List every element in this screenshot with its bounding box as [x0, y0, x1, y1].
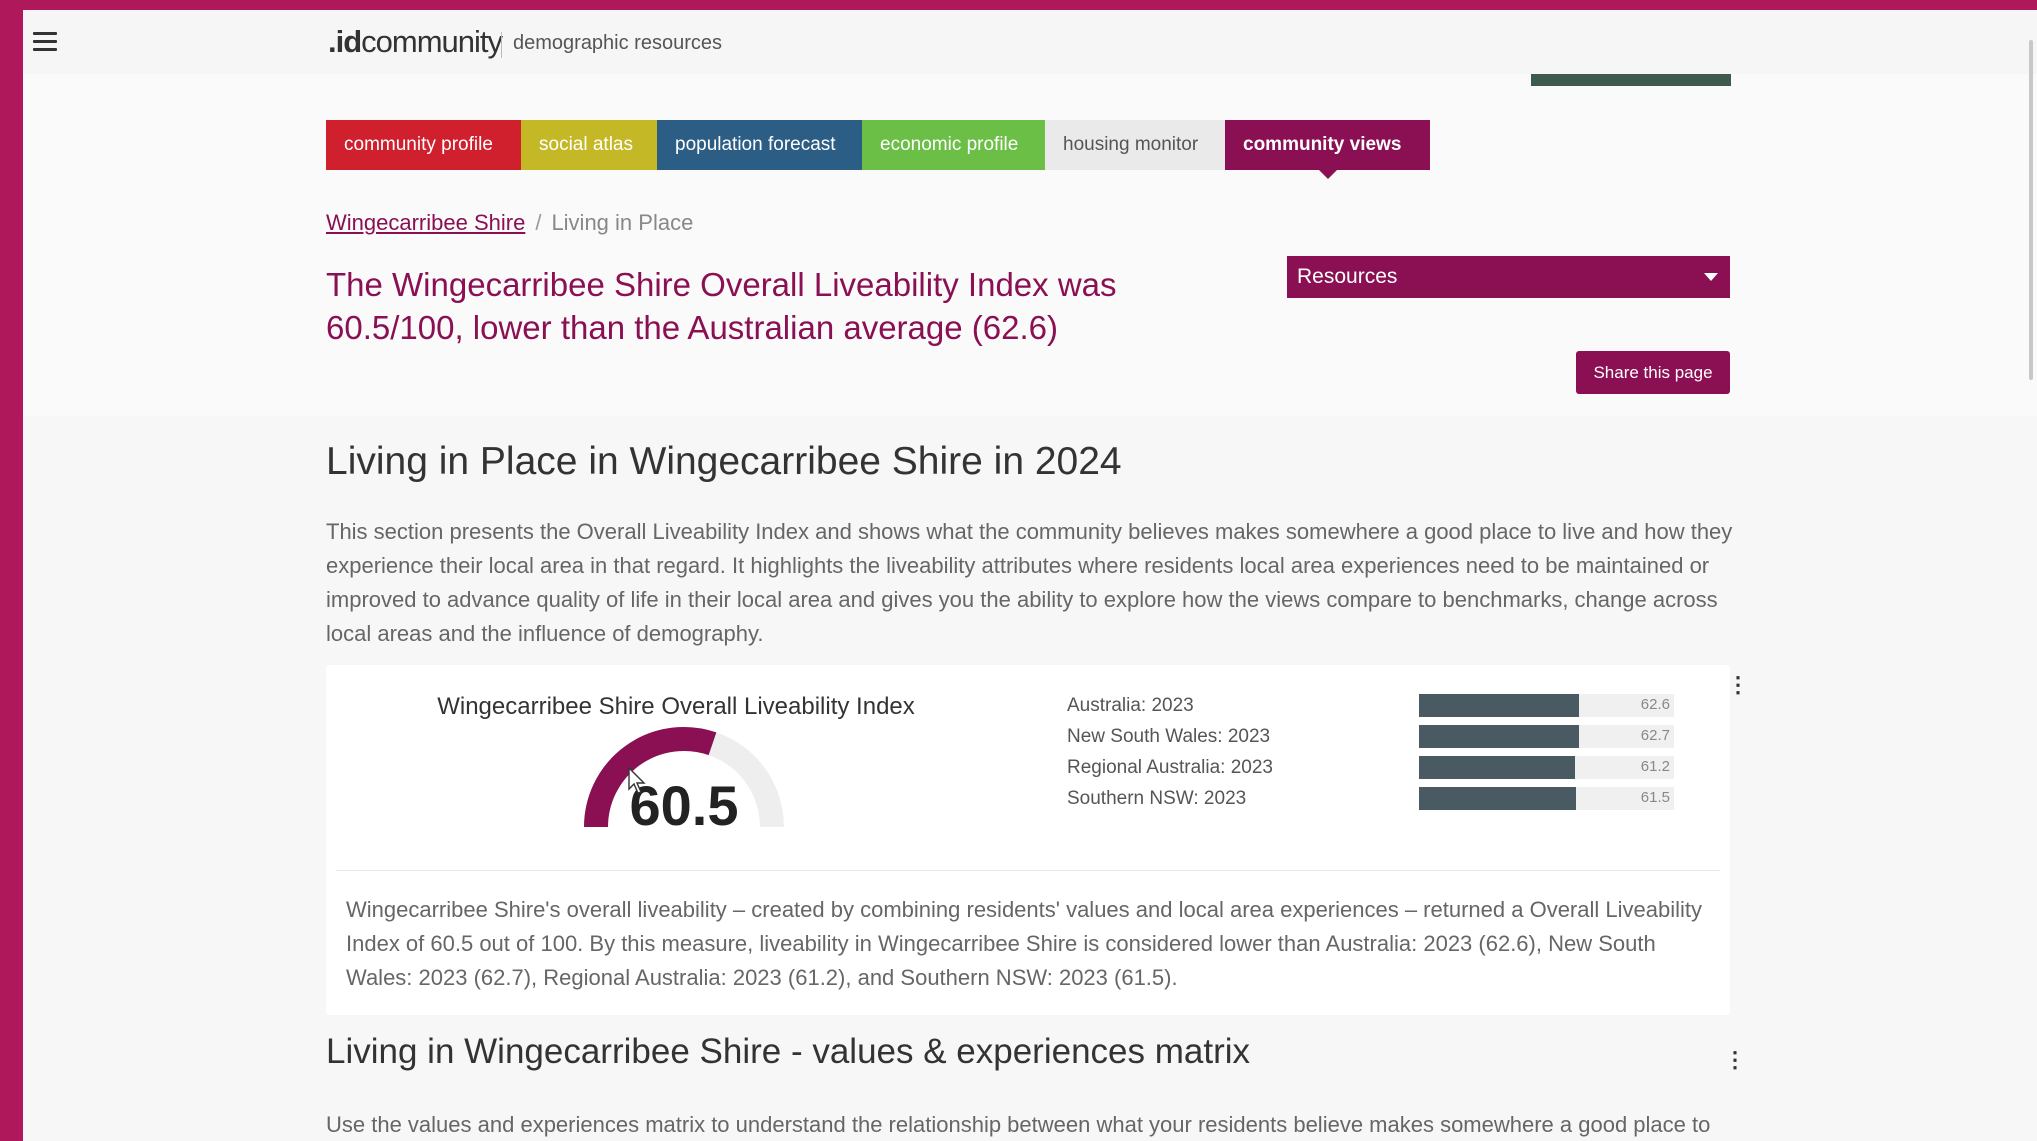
liveability-index-card: Wingecarribee Shire Overall Liveability … [326, 665, 1749, 1015]
page-scrollbar[interactable] [2029, 40, 2033, 380]
benchmark-value-nsw: 62.7 [1640, 727, 1670, 744]
gauge-value: 60.5 [629, 774, 739, 837]
benchmark-bar-track: 62.6 [1419, 694, 1674, 717]
section-title: Living in Place in Wingecarribee Shire i… [326, 440, 1122, 483]
benchmark-bar-regional-australia[interactable] [1419, 756, 1576, 779]
tab-housing-monitor[interactable]: housing monitor [1045, 120, 1225, 170]
logo-community: community [361, 24, 503, 59]
share-page-button[interactable]: Share this page [1576, 351, 1730, 394]
matrix-more-options-icon[interactable]: ⋮ [1724, 1049, 1746, 1071]
resources-dropdown[interactable]: Resources [1287, 256, 1730, 298]
caret-down-icon [1704, 273, 1718, 281]
benchmark-bar-australia[interactable] [1419, 694, 1579, 717]
breadcrumb-current: Living in Place [551, 210, 694, 235]
benchmark-value-southern-nsw: 61.5 [1640, 789, 1670, 806]
page-headline: The Wingecarribee Shire Overall Liveabil… [326, 266, 1117, 346]
benchmark-label-australia: Australia: 2023 [1067, 695, 1194, 716]
breadcrumb: Wingecarribee Shire / Living in Place [326, 210, 693, 236]
site-tagline: demographic resources [513, 32, 722, 54]
tab-community-views[interactable]: community views [1225, 120, 1430, 179]
partial-button-above[interactable] [1531, 74, 1731, 86]
logo-id: .id [328, 24, 362, 59]
tab-social-atlas[interactable]: social atlas [521, 120, 657, 170]
benchmark-bar-southern-nsw[interactable] [1419, 787, 1576, 810]
top-navbar: .idcommunity demographic resources [23, 10, 2037, 74]
hamburger-menu-icon[interactable] [33, 32, 57, 52]
tab-community-profile[interactable]: community profile [326, 120, 521, 170]
gauge-title: Wingecarribee Shire Overall Liveability … [437, 693, 915, 720]
section-intro: This section presents the Overall Liveab… [326, 519, 1733, 646]
benchmark-bar-nsw[interactable] [1419, 725, 1579, 748]
card-more-options-icon[interactable]: ⋮ [1727, 674, 1749, 696]
liveability-summary-text: Wingecarribee Shire's overall liveabilit… [346, 897, 1702, 990]
benchmark-bar-track: 61.5 [1419, 787, 1674, 810]
benchmark-label-southern-nsw: Southern NSW: 2023 [1067, 788, 1247, 809]
site-logo[interactable]: .idcommunity [328, 24, 503, 60]
benchmark-bar-track: 61.2 [1419, 756, 1674, 779]
benchmark-bar-track: 62.7 [1419, 725, 1674, 748]
matrix-intro-text: Use the values and experiences matrix to… [326, 1112, 1711, 1137]
card-divider [336, 870, 1720, 871]
benchmark-value-regional-australia: 61.2 [1640, 758, 1670, 775]
resources-label: Resources [1297, 265, 1398, 288]
breadcrumb-home-link[interactable]: Wingecarribee Shire [326, 210, 525, 235]
browser-viewport: .idcommunity demographic resources commu… [23, 10, 2037, 1141]
benchmark-label-nsw: New South Wales: 2023 [1067, 726, 1271, 747]
benchmark-value-australia: 62.6 [1640, 696, 1670, 713]
breadcrumb-separator: / [535, 210, 542, 235]
tab-population-forecast[interactable]: population forecast [657, 120, 862, 170]
tab-economic-profile[interactable]: economic profile [862, 120, 1045, 170]
product-tabs: community profile social atlas populatio… [326, 120, 1430, 179]
mouse-cursor-icon [628, 767, 646, 794]
matrix-section-title: Living in Wingecarribee Shire - values &… [326, 1032, 1251, 1071]
benchmark-label-regional-australia: Regional Australia: 2023 [1067, 757, 1273, 778]
